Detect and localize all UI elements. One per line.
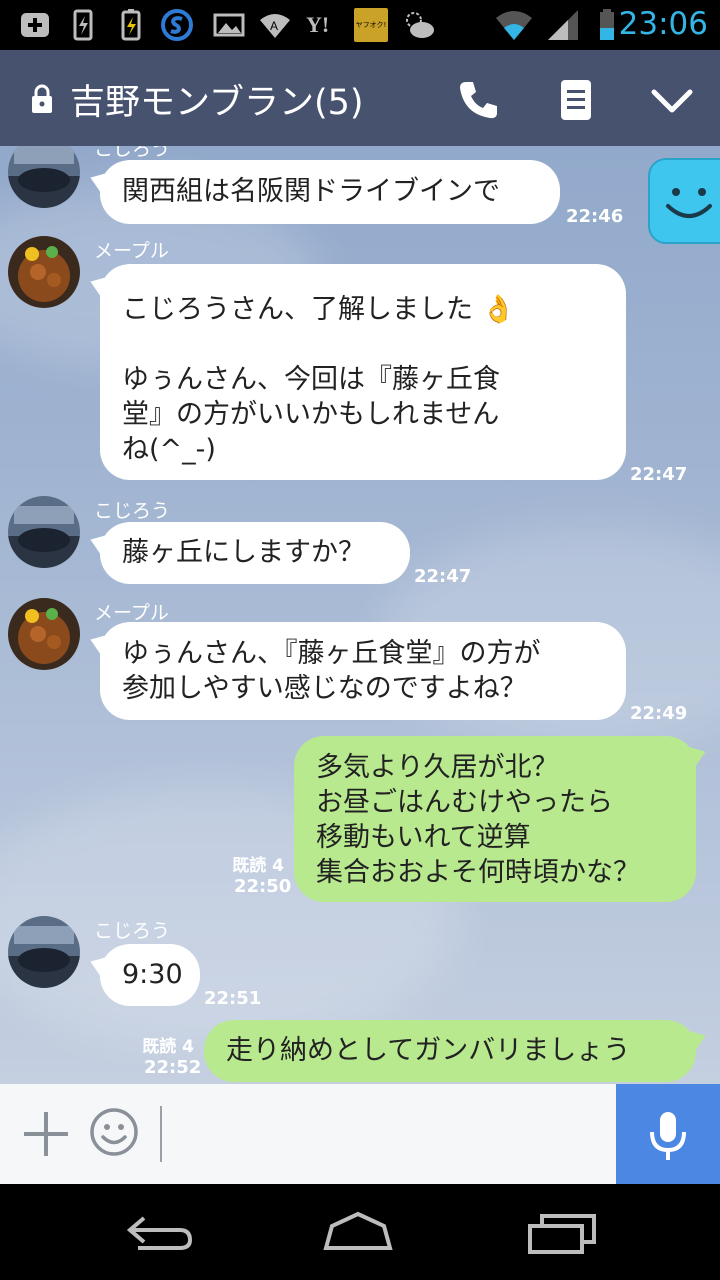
message-bubble[interactable]: 9:30 xyxy=(87,944,200,1006)
smile-icon xyxy=(666,188,712,218)
status-bar: A Y! ヤフオク! 23:06 xyxy=(0,0,720,50)
message-time: 22:49 xyxy=(630,703,688,724)
message-time: 22:52 xyxy=(144,1057,202,1078)
voice-button[interactable] xyxy=(616,1084,720,1184)
plus-icon[interactable] xyxy=(22,1110,70,1158)
lock-icon xyxy=(32,84,52,113)
message-bubble[interactable]: ゆぅんさん、『藤ヶ丘食堂』の方が 参加しやすい感じなのですよね？ xyxy=(87,622,626,720)
yafuoku-icon: ヤフオク! xyxy=(354,8,388,42)
message-bubble[interactable]: 走り納めとしてガンバリましょう xyxy=(204,1020,709,1082)
message-input[interactable] xyxy=(160,1106,600,1162)
sender-name: こじろう xyxy=(94,146,171,160)
message-bubble[interactable]: 多気より久居が北？ お昼ごはんむけやったら 移動もいれて逆算 集合おおよそ何時頃… xyxy=(294,736,709,902)
message-bubble[interactable]: こじろうさん、了解しました 👌 ゆぅんさん、今回は『藤ヶ丘食 堂』の方がいいかも… xyxy=(87,264,626,480)
message-input-bar xyxy=(0,1084,720,1184)
chat-header: 吉野モンブラン(5) xyxy=(0,50,720,146)
read-receipt: 既読 4 xyxy=(142,1037,194,1057)
phone-icon[interactable] xyxy=(456,78,500,122)
bubble-tail xyxy=(689,742,709,766)
bubble-tail xyxy=(87,530,107,554)
message-text: 走り納めとしてガンバリましょう xyxy=(226,1035,631,1066)
battery-icon xyxy=(121,9,141,41)
status-time: 23:06 xyxy=(618,6,708,42)
battery-charging-icon xyxy=(73,9,93,41)
add-icon xyxy=(21,13,49,37)
message-text: 9:30 xyxy=(122,959,183,990)
navigation-bar xyxy=(0,1184,720,1280)
message-text: ゆぅんさん、『藤ヶ丘食堂』の方が 参加しやすい感じなのですよね？ xyxy=(122,638,541,704)
cell-signal-icon xyxy=(548,10,578,40)
recents-icon[interactable] xyxy=(526,1208,598,1256)
sticker-shortcut-button[interactable] xyxy=(648,158,720,244)
svg-text:A: A xyxy=(270,19,278,33)
wifi-signal-icon xyxy=(496,11,532,40)
bubble-tail xyxy=(87,168,107,192)
chevron-down-icon[interactable] xyxy=(650,78,694,122)
message-time: 22:47 xyxy=(414,566,472,587)
home-icon[interactable] xyxy=(322,1208,394,1256)
wifi-a-icon: A xyxy=(260,14,290,38)
chat-title: 吉野モンブラン(5) xyxy=(70,83,364,123)
sender-name: こじろう xyxy=(94,920,171,942)
message-bubble[interactable]: 藤ヶ丘にしますか？ xyxy=(87,522,410,584)
read-receipt: 既読 4 xyxy=(232,856,284,876)
chat-area[interactable]: こじろう 関西組は名阪関ドライブインで 22:46 メープル こじろうさん、了解… xyxy=(0,146,720,1084)
avatar-kojirou[interactable] xyxy=(8,916,80,988)
message-time: 22:46 xyxy=(566,206,624,227)
microphone-icon xyxy=(650,1112,686,1160)
message-time: 22:51 xyxy=(204,988,262,1009)
avatar-maple[interactable] xyxy=(8,598,80,670)
sender-name: こじろう xyxy=(94,500,171,522)
sender-name: メープル xyxy=(94,240,169,262)
s-app-icon xyxy=(161,9,193,41)
image-icon xyxy=(213,13,245,37)
message-text: こじろうさん、了解しました 👌 ゆぅんさん、今回は『藤ヶ丘食 堂』の方がいいかも… xyxy=(122,294,516,465)
message-time: 22:50 xyxy=(234,876,292,897)
notes-icon[interactable] xyxy=(554,78,598,122)
weather-icon xyxy=(406,12,434,38)
avatar-kojirou[interactable] xyxy=(8,496,80,568)
message-text: 藤ヶ丘にしますか？ xyxy=(122,537,365,568)
sender-name: メープル xyxy=(94,602,169,624)
bubble-tail xyxy=(87,630,107,654)
emoji-icon[interactable] xyxy=(88,1106,140,1158)
message-bubble[interactable]: 関西組は名阪関ドライブインで xyxy=(87,160,560,224)
bubble-tail xyxy=(689,1026,709,1050)
avatar-maple[interactable] xyxy=(8,236,80,308)
message-text: 多気より久居が北？ お昼ごはんむけやったら 移動もいれて逆算 集合おおよそ何時頃… xyxy=(316,752,640,888)
message-time: 22:47 xyxy=(630,464,688,485)
message-text: 関西組は名阪関ドライブインで xyxy=(122,176,500,207)
back-icon[interactable] xyxy=(124,1208,196,1256)
yahoo-icon: Y! xyxy=(306,12,330,37)
